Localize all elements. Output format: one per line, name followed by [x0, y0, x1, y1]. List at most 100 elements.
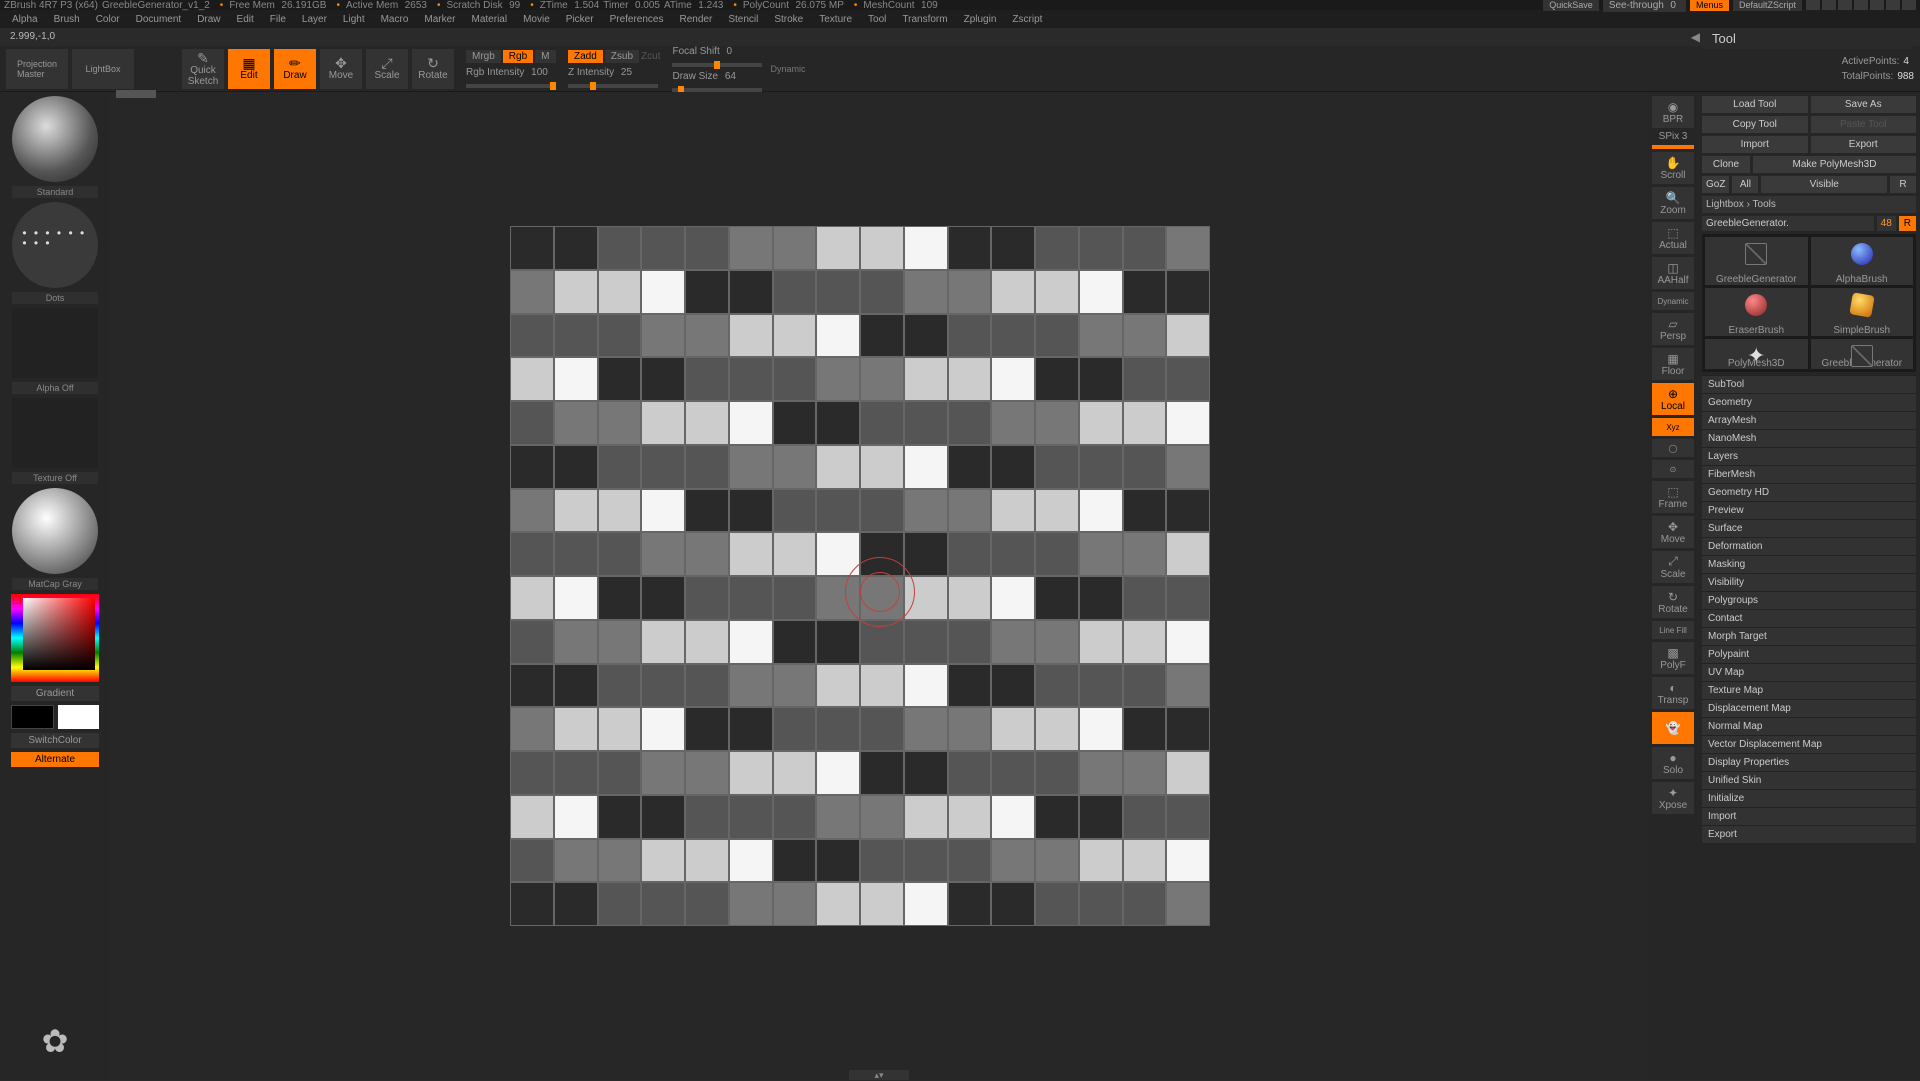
stroke-selector[interactable] — [12, 202, 98, 288]
section-geometry[interactable]: Geometry — [1702, 393, 1916, 411]
floor-button[interactable]: ▦Floor — [1652, 348, 1694, 380]
export-button[interactable]: Export — [1811, 136, 1917, 153]
draw-button[interactable]: ✏Draw — [274, 49, 316, 89]
timeline-scrubber[interactable]: ▴▾ — [849, 1070, 909, 1080]
menu-macro[interactable]: Macro — [373, 12, 417, 27]
xyz-button[interactable]: Xyz — [1652, 418, 1694, 436]
panel-title[interactable]: Tool — [1702, 28, 1912, 49]
menu-alpha[interactable]: Alpha — [4, 12, 46, 27]
transp-button[interactable]: ◐Transp — [1652, 677, 1694, 709]
rgb-intensity-slider[interactable] — [466, 84, 556, 88]
dynamic-toggle[interactable]: Dynamic — [770, 64, 805, 74]
seethrough-slider[interactable]: See-through 0 — [1603, 0, 1686, 12]
nav-rotate-button[interactable]: ↻Rotate — [1652, 586, 1694, 618]
persp-button[interactable]: ▱Persp — [1652, 313, 1694, 345]
section-vector-displacement-map[interactable]: Vector Displacement Map — [1702, 735, 1916, 753]
section-visibility[interactable]: Visibility — [1702, 573, 1916, 591]
paste-tool-button[interactable]: Paste Tool — [1811, 116, 1917, 133]
make-polymesh-button[interactable]: Make PolyMesh3D — [1753, 156, 1916, 173]
section-display-properties[interactable]: Display Properties — [1702, 753, 1916, 771]
current-tool-name[interactable]: GreebleGenerator. — [1702, 216, 1874, 231]
document-tab[interactable] — [116, 90, 156, 98]
section-export[interactable]: Export — [1702, 825, 1916, 843]
scroll-button[interactable]: ✋Scroll — [1652, 152, 1694, 184]
menu-layer[interactable]: Layer — [294, 12, 335, 27]
menu-material[interactable]: Material — [464, 12, 516, 27]
menu-document[interactable]: Document — [128, 12, 190, 27]
default-zscript-button[interactable]: DefaultZScript — [1733, 0, 1802, 11]
menu-zscript[interactable]: Zscript — [1004, 12, 1050, 27]
mrgb-button[interactable]: Mrgb — [466, 50, 501, 63]
section-surface[interactable]: Surface — [1702, 519, 1916, 537]
polyf-button[interactable]: ▩PolyF — [1652, 642, 1694, 674]
load-tool-button[interactable]: Load Tool — [1702, 96, 1808, 113]
brush-selector[interactable] — [12, 96, 98, 182]
section-fibermesh[interactable]: FiberMesh — [1702, 465, 1916, 483]
menu-marker[interactable]: Marker — [416, 12, 463, 27]
color-swatches[interactable] — [11, 705, 99, 729]
menu-edit[interactable]: Edit — [229, 12, 262, 27]
aahalf-button[interactable]: ◫AAHalf — [1652, 257, 1694, 289]
copy-tool-button[interactable]: Copy Tool — [1702, 116, 1808, 133]
goz-all-button[interactable]: All — [1732, 176, 1758, 193]
import-button[interactable]: Import — [1702, 136, 1808, 153]
lightbox-tools-header[interactable]: Lightbox › Tools — [1702, 196, 1916, 213]
quicksave-button[interactable]: QuickSave — [1543, 0, 1599, 11]
projection-master-button[interactable]: Projection Master — [6, 49, 68, 89]
rgb-button[interactable]: Rgb — [503, 50, 533, 63]
goz-r-button[interactable]: R — [1890, 176, 1916, 193]
section-morph-target[interactable]: Morph Target — [1702, 627, 1916, 645]
spix-slider[interactable] — [1652, 145, 1694, 149]
section-arraymesh[interactable]: ArrayMesh — [1702, 411, 1916, 429]
win-btn-2[interactable] — [1822, 0, 1836, 10]
local-button[interactable]: ⊕Local — [1652, 383, 1694, 415]
nav-move-button[interactable]: ✥Move — [1652, 516, 1694, 548]
tool-item[interactable]: EraserBrush — [1705, 288, 1808, 336]
minimize-button[interactable] — [1870, 0, 1884, 10]
menu-zplugin[interactable]: Zplugin — [956, 12, 1005, 27]
menu-render[interactable]: Render — [672, 12, 721, 27]
section-import[interactable]: Import — [1702, 807, 1916, 825]
xpose-button[interactable]: ✦Xpose — [1652, 782, 1694, 814]
menu-texture[interactable]: Texture — [811, 12, 860, 27]
maximize-button[interactable] — [1886, 0, 1900, 10]
win-btn-4[interactable] — [1854, 0, 1868, 10]
menu-stroke[interactable]: Stroke — [766, 12, 811, 27]
tool-item[interactable]: ✦PolyMesh3D — [1705, 339, 1808, 369]
section-contact[interactable]: Contact — [1702, 609, 1916, 627]
edit-button[interactable]: ▦Edit — [228, 49, 270, 89]
section-deformation[interactable]: Deformation — [1702, 537, 1916, 555]
alpha-selector[interactable] — [12, 308, 98, 378]
linefill-button[interactable]: Line Fill — [1652, 621, 1694, 639]
section-subtool[interactable]: SubTool — [1702, 375, 1916, 393]
section-nanomesh[interactable]: NanoMesh — [1702, 429, 1916, 447]
quick-sketch-button[interactable]: ✎Quick Sketch — [182, 49, 224, 89]
win-btn-1[interactable] — [1806, 0, 1820, 10]
draw-size-slider[interactable] — [672, 88, 762, 92]
solo-button[interactable]: ●Solo — [1652, 747, 1694, 779]
actual-button[interactable]: ⬚Actual — [1652, 222, 1694, 254]
panel-back-icon[interactable]: ◀ — [1691, 30, 1700, 44]
texture-selector[interactable] — [12, 398, 98, 468]
save-as-button[interactable]: Save As — [1811, 96, 1917, 113]
gradient-button[interactable]: Gradient — [11, 686, 99, 701]
section-preview[interactable]: Preview — [1702, 501, 1916, 519]
menu-light[interactable]: Light — [335, 12, 373, 27]
section-normal-map[interactable]: Normal Map — [1702, 717, 1916, 735]
section-masking[interactable]: Masking — [1702, 555, 1916, 573]
section-displacement-map[interactable]: Displacement Map — [1702, 699, 1916, 717]
menu-tool[interactable]: Tool — [860, 12, 894, 27]
focal-shift-slider[interactable] — [672, 63, 762, 67]
lasso-button[interactable]: ◯ — [1652, 439, 1694, 457]
menu-preferences[interactable]: Preferences — [602, 12, 672, 27]
zcut-button[interactable]: Zcut — [641, 51, 660, 62]
menu-picker[interactable]: Picker — [558, 12, 602, 27]
win-btn-3[interactable] — [1838, 0, 1852, 10]
z-intensity-slider[interactable] — [568, 84, 658, 88]
clone-button[interactable]: Clone — [1702, 156, 1750, 173]
tool-item[interactable]: AlphaBrush — [1811, 237, 1914, 285]
goz-button[interactable]: GoZ — [1702, 176, 1729, 193]
frame-button[interactable]: ⬚Frame — [1652, 481, 1694, 513]
move-button[interactable]: ✥Move — [320, 49, 362, 89]
material-selector[interactable] — [12, 488, 98, 574]
